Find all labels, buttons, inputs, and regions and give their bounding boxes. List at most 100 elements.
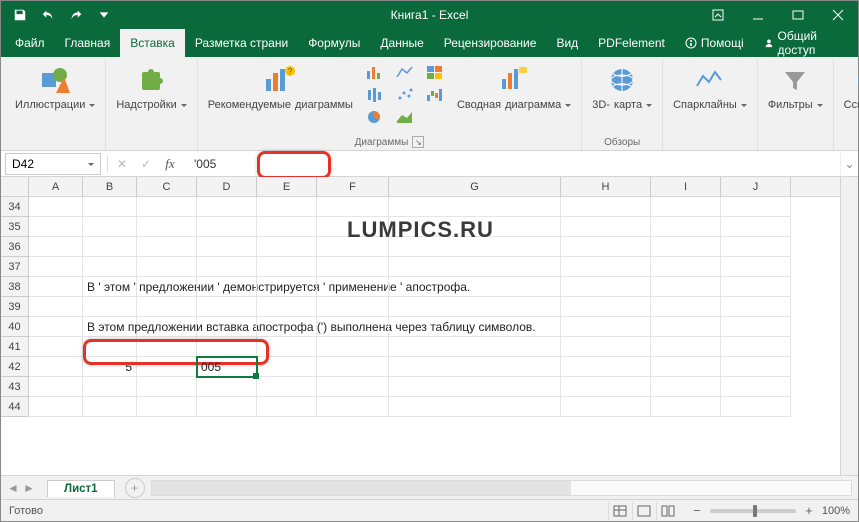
cell-C39[interactable] xyxy=(137,297,197,317)
row-header-39[interactable]: 39 xyxy=(1,297,29,317)
sheet-nav-prev[interactable]: ◄ xyxy=(5,481,21,495)
vertical-scrollbar[interactable] xyxy=(840,177,858,475)
col-header-D[interactable]: D xyxy=(197,177,257,196)
cell-F35[interactable] xyxy=(317,217,389,237)
sheet-nav-next[interactable]: ► xyxy=(21,481,37,495)
cell-B35[interactable] xyxy=(83,217,137,237)
ribbon-options-button[interactable] xyxy=(698,1,738,29)
cell-D39[interactable] xyxy=(197,297,257,317)
redo-button[interactable] xyxy=(63,4,89,26)
cell-B37[interactable] xyxy=(83,257,137,277)
cell-I42[interactable] xyxy=(651,357,721,377)
cell-I37[interactable] xyxy=(651,257,721,277)
cell-I43[interactable] xyxy=(651,377,721,397)
cell-I38[interactable] xyxy=(651,277,721,297)
cell-J41[interactable] xyxy=(721,337,791,357)
sparklines-button[interactable]: Спарклайны xyxy=(669,61,751,113)
cell-J40[interactable] xyxy=(721,317,791,337)
row-header-40[interactable]: 40 xyxy=(1,317,29,337)
cell-H37[interactable] xyxy=(561,257,651,277)
cell-I41[interactable] xyxy=(651,337,721,357)
col-header-C[interactable]: C xyxy=(137,177,197,196)
tab-page-layout[interactable]: Разметка страни xyxy=(185,29,298,57)
zoom-slider[interactable] xyxy=(710,509,796,513)
cell-B44[interactable] xyxy=(83,397,137,417)
tab-home[interactable]: Главная xyxy=(55,29,121,57)
maximize-button[interactable] xyxy=(778,1,818,29)
cell-J42[interactable] xyxy=(721,357,791,377)
tab-formulas[interactable]: Формулы xyxy=(298,29,370,57)
cell-I34[interactable] xyxy=(651,197,721,217)
stat-chart-button[interactable] xyxy=(361,85,389,105)
cell-I44[interactable] xyxy=(651,397,721,417)
cell-E38[interactable] xyxy=(257,277,317,297)
help-button[interactable]: Помощі xyxy=(675,29,754,57)
cell-F39[interactable] xyxy=(317,297,389,317)
cell-H34[interactable] xyxy=(561,197,651,217)
cell-F36[interactable] xyxy=(317,237,389,257)
cell-H44[interactable] xyxy=(561,397,651,417)
charts-dialog-launcher[interactable]: ↘ xyxy=(412,136,424,148)
cell-E40[interactable] xyxy=(257,317,317,337)
cell-B39[interactable] xyxy=(83,297,137,317)
formula-input[interactable]: '005 xyxy=(186,153,840,175)
scatter-chart-button[interactable] xyxy=(391,85,419,105)
cell-G36[interactable] xyxy=(389,237,561,257)
cell-J35[interactable] xyxy=(721,217,791,237)
cell-F44[interactable] xyxy=(317,397,389,417)
cell-A36[interactable] xyxy=(29,237,83,257)
enter-formula-button[interactable]: ✓ xyxy=(134,153,158,175)
cell-G39[interactable] xyxy=(389,297,561,317)
cell-H40[interactable] xyxy=(561,317,651,337)
cell-A42[interactable] xyxy=(29,357,83,377)
cell-B36[interactable] xyxy=(83,237,137,257)
cell-G37[interactable] xyxy=(389,257,561,277)
cell-E39[interactable] xyxy=(257,297,317,317)
cell-A43[interactable] xyxy=(29,377,83,397)
cell-F42[interactable] xyxy=(317,357,389,377)
tab-data[interactable]: Данные xyxy=(370,29,433,57)
cell-H38[interactable] xyxy=(561,277,651,297)
tab-pdfelement[interactable]: PDFelement xyxy=(588,29,675,57)
cancel-formula-button[interactable]: ✕ xyxy=(110,153,134,175)
row-header-43[interactable]: 43 xyxy=(1,377,29,397)
col-header-B[interactable]: B xyxy=(83,177,137,196)
name-box[interactable]: D42 xyxy=(5,153,101,175)
links-button[interactable]: Ссылки xyxy=(840,61,859,113)
cell-I40[interactable] xyxy=(651,317,721,337)
cell-C36[interactable] xyxy=(137,237,197,257)
zoom-out-button[interactable]: − xyxy=(690,503,704,518)
tab-insert[interactable]: Вставка xyxy=(120,29,185,57)
cell-F34[interactable] xyxy=(317,197,389,217)
page-break-view-button[interactable] xyxy=(656,502,680,520)
surface-chart-button[interactable] xyxy=(391,107,419,127)
cell-D34[interactable] xyxy=(197,197,257,217)
filters-button[interactable]: Фильтры xyxy=(764,61,827,113)
row-header-35[interactable]: 35 xyxy=(1,217,29,237)
undo-button[interactable] xyxy=(35,4,61,26)
3d-map-button[interactable]: 3D-карта xyxy=(588,61,656,113)
cell-A37[interactable] xyxy=(29,257,83,277)
insert-function-button[interactable]: fx xyxy=(158,153,182,175)
cell-F37[interactable] xyxy=(317,257,389,277)
hierarchy-chart-button[interactable] xyxy=(421,63,449,83)
cell-E41[interactable] xyxy=(257,337,317,357)
cell-I36[interactable] xyxy=(651,237,721,257)
page-layout-view-button[interactable] xyxy=(632,502,656,520)
cell-G44[interactable] xyxy=(389,397,561,417)
cell-G34[interactable] xyxy=(389,197,561,217)
cell-C40[interactable] xyxy=(137,317,197,337)
row-header-44[interactable]: 44 xyxy=(1,397,29,417)
formula-bar-expand[interactable]: ⌄ xyxy=(840,153,858,175)
save-button[interactable] xyxy=(7,4,33,26)
sheet-tab-active[interactable]: Лист1 xyxy=(47,480,115,497)
horizontal-scrollbar[interactable] xyxy=(151,480,852,496)
cell-C41[interactable] xyxy=(137,337,197,357)
cell-E34[interactable] xyxy=(257,197,317,217)
cell-C38[interactable] xyxy=(137,277,197,297)
cell-B38[interactable]: В ' этом ' предложении ' демонстрируется… xyxy=(83,277,137,297)
cell-F40[interactable] xyxy=(317,317,389,337)
close-button[interactable] xyxy=(818,1,858,29)
row-header-37[interactable]: 37 xyxy=(1,257,29,277)
col-header-I[interactable]: I xyxy=(651,177,721,196)
